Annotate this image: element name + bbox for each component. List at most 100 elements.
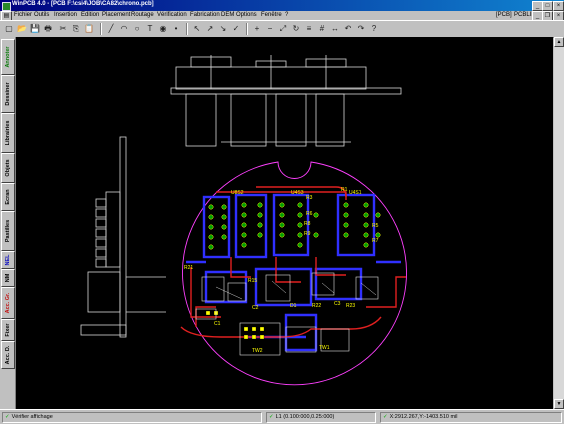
menu-edition[interactable]: Edition [81,12,99,18]
circle-icon[interactable]: ○ [132,24,142,34]
mech-body [87,271,121,313]
print-icon[interactable]: 🖶 [43,24,53,34]
open-icon[interactable]: 📂 [17,24,27,34]
new-icon[interactable]: ▢ [4,24,14,34]
help-icon[interactable]: ? [369,24,379,34]
smd-pad [259,326,265,332]
arc-icon[interactable]: ◠ [119,24,129,34]
check-icon: ✓ [383,414,388,420]
menu-outils[interactable]: Outils [34,12,49,18]
bottom-trace [254,267,313,307]
zoom-in-icon[interactable]: + [252,24,262,34]
pad [297,202,303,208]
zoom-fit-icon[interactable]: ⤢ [278,24,288,34]
via-icon[interactable]: • [171,24,181,34]
drc-icon[interactable]: ✓ [231,24,241,34]
tab-nel[interactable]: NEL [1,251,15,269]
tab-nm[interactable]: NM [1,269,15,287]
tab-fixer[interactable]: Fixer [1,319,15,341]
status-coords-panel: ✓ X:2912.267,Y:-1403.510 mil [380,412,562,423]
scroll-down-button[interactable]: ▼ [554,399,564,409]
menu-placement[interactable]: Placement [102,12,130,18]
tab-dessiner[interactable]: Dessiner [1,75,15,113]
cut-icon[interactable]: ✂ [58,24,68,34]
tab-label: Annoter [5,46,11,68]
pad [297,232,303,238]
tab-ecran[interactable]: Ecran [1,183,15,211]
silk-label: R22 [312,303,321,309]
layer-icon[interactable]: ≡ [304,24,314,34]
grid-icon[interactable]: # [317,24,327,34]
status-message-panel: ✓ Vérifier affichage [2,412,262,423]
tab-objets[interactable]: Objets [1,153,15,183]
mech-plate [119,136,127,338]
ratsnest-line [271,280,287,294]
pad [363,242,369,248]
scroll-up-button[interactable]: ▲ [554,37,564,47]
tab-label: Dessiner [5,82,11,106]
tab-label: NEL [5,254,11,266]
pad [279,222,285,228]
zoom-out-icon[interactable]: − [265,24,275,34]
tab-acc-d[interactable]: Acc. D. [1,341,15,369]
pad [363,232,369,238]
copy-icon[interactable]: ⎘ [71,24,81,34]
toolbar-separator [246,23,248,35]
route-icon[interactable]: ↗ [205,24,215,34]
pcb-drawing[interactable]: U8S2 U4S3 U4S1 R1 R3 R5 R6 R7 R8 R9 R15 … [16,37,553,409]
save-icon[interactable]: 💾 [30,24,40,34]
silk-label: TW2 [252,348,263,354]
select-icon[interactable]: ↖ [192,24,202,34]
pad [279,212,285,218]
mech-leg [230,93,267,147]
tab-acc-gr[interactable]: Acc. Gr. [1,287,15,319]
undo-icon[interactable]: ↶ [343,24,353,34]
paste-icon[interactable]: 📋 [84,24,94,34]
menu-insertion[interactable]: Insertion [54,12,77,18]
redo-icon[interactable]: ↷ [356,24,366,34]
pad [221,234,227,240]
check-icon: ✓ [269,414,274,420]
pcb-canvas[interactable]: U8S2 U4S3 U4S1 R1 R3 R5 R6 R7 R8 R9 R15 … [16,37,553,409]
smd-pad [251,334,257,340]
menu-dem[interactable]: DEM [221,12,234,18]
menu-routage[interactable]: Routage [131,12,154,18]
bottom-trace [284,313,318,352]
redraw-icon[interactable]: ↻ [291,24,301,34]
line-icon[interactable]: ╱ [106,24,116,34]
unroute-icon[interactable]: ↘ [218,24,228,34]
pad-icon[interactable]: ◉ [158,24,168,34]
app-icon [2,2,11,11]
pcb-mode-label[interactable]: [PCB] [496,12,512,18]
pad [297,242,303,248]
smd-pad [259,334,265,340]
menu-options[interactable]: Options [236,12,257,18]
vertical-scrollbar[interactable]: ▲ ▼ [554,37,564,409]
pad [297,212,303,218]
menu-fabrication[interactable]: Fabrication [190,12,220,18]
ratsnest-line [321,282,335,294]
mech-pin [95,228,107,238]
pads [208,202,381,250]
pad [343,212,349,218]
tab-label: Acc. D. [5,345,11,365]
pad [343,202,349,208]
silk-label: U4S1 [349,190,362,196]
pad [241,242,247,248]
tab-pastilles[interactable]: Pastilles [1,211,15,251]
window-title: WinPCB 4.0 - [PCB F:\csi4\JOB\CA82\chron… [12,1,154,7]
menu-fenetre[interactable]: Fenêtre [261,12,282,18]
menu-help[interactable]: ? [285,12,288,18]
close-button[interactable]: × [553,1,564,11]
tab-annoter[interactable]: Annoter [1,39,15,75]
measure-icon[interactable]: ↔ [330,24,340,34]
pad [208,214,214,220]
tab-librairies[interactable]: Librairies [1,113,15,153]
text-icon[interactable]: T [145,24,155,34]
mech-leg [185,93,217,147]
menu-verification[interactable]: Vérification [157,12,187,18]
pad [208,204,214,210]
maximize-button[interactable]: □ [542,1,553,11]
silk-label: R6 [306,211,313,217]
menu-fichier[interactable]: Fichier [14,12,32,18]
